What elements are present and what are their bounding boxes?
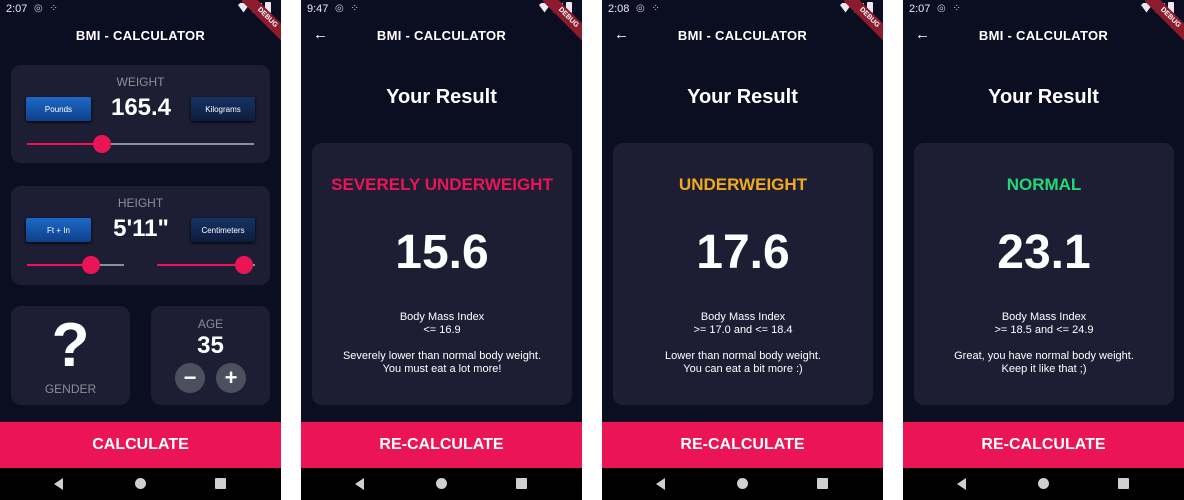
- bmi-value: 23.1: [997, 226, 1091, 279]
- bmi-status: NORMAL: [1006, 175, 1082, 194]
- result-card: UNDERWEIGHT 17.6 Body Mass Index >= 17.0…: [613, 143, 873, 405]
- app-bar: BMI - CALCULATOR: [0, 18, 281, 54]
- nav-back-icon[interactable]: [957, 478, 966, 490]
- notification-icons: ◎ ⁘: [636, 3, 662, 14]
- nav-home-icon[interactable]: [1038, 478, 1049, 489]
- bmi-message-line2: You can eat a bit more :): [683, 363, 803, 375]
- age-label: AGE: [197, 317, 224, 331]
- nav-home-icon[interactable]: [436, 478, 447, 489]
- recalculate-button[interactable]: RE-CALCULATE: [301, 422, 582, 468]
- result-heading: Your Result: [988, 86, 1099, 108]
- result-heading: Your Result: [386, 86, 497, 108]
- status-time: 2:07: [909, 3, 931, 15]
- bmi-value: 17.6: [696, 226, 790, 279]
- nav-recents-icon[interactable]: [1118, 478, 1129, 489]
- question-mark-icon: ?: [51, 311, 90, 380]
- nav-back-icon[interactable]: [355, 478, 364, 490]
- notification-icons: ◎ ⁘: [34, 3, 60, 14]
- recalculate-button[interactable]: RE-CALCULATE: [602, 422, 883, 468]
- weight-slider-active-track: [27, 143, 102, 145]
- bmi-message-line2: Keep it like that ;): [1001, 363, 1087, 375]
- result-heading: Your Result: [687, 86, 798, 108]
- status-bar: 2:07 ◎ ⁘: [903, 0, 1184, 18]
- bmi-index-label: Body Mass Index: [399, 311, 485, 323]
- nav-back-icon[interactable]: [656, 478, 665, 490]
- android-nav-bar: [301, 468, 582, 500]
- bmi-value: 15.6: [395, 226, 489, 279]
- nav-home-icon[interactable]: [135, 478, 146, 489]
- height-value: 5'11": [113, 215, 169, 242]
- app-bar: ← BMI - CALCULATOR: [602, 18, 883, 54]
- recalculate-button[interactable]: RE-CALCULATE: [903, 422, 1184, 468]
- gender-label: GENDER: [44, 382, 97, 396]
- android-nav-bar: [0, 468, 281, 500]
- app-title: BMI - CALCULATOR: [978, 28, 1109, 43]
- status-bar: 2:08 ◎ ⁘: [602, 0, 883, 18]
- weight-card: WEIGHT Pounds 165.4 Kilograms: [11, 65, 270, 163]
- status-bar: 9:47 ◎ ⁘: [301, 0, 582, 18]
- bmi-status: SEVERELY UNDERWEIGHT: [331, 175, 553, 194]
- app-title: BMI - CALCULATOR: [677, 28, 808, 43]
- nav-recents-icon[interactable]: [516, 478, 527, 489]
- bmi-index-label: Body Mass Index: [700, 311, 786, 323]
- bmi-range: >= 17.0 and <= 18.4: [693, 324, 793, 336]
- notification-icons: ◎ ⁘: [335, 3, 361, 14]
- status-time: 2:07: [6, 3, 28, 15]
- inches-slider-thumb[interactable]: [235, 256, 253, 274]
- result-screen-severely-underweight: 9:47 ◎ ⁘ DEBUG ← BMI - CALCULATOR Your R…: [301, 0, 582, 500]
- nav-home-icon[interactable]: [737, 478, 748, 489]
- age-value: 35: [197, 332, 224, 359]
- bmi-range: >= 18.5 and <= 24.9: [994, 324, 1094, 336]
- weight-slider-thumb[interactable]: [93, 135, 111, 153]
- app-title: BMI - CALCULATOR: [75, 28, 206, 43]
- bmi-status: UNDERWEIGHT: [678, 175, 808, 194]
- status-time: 2:08: [608, 3, 630, 15]
- result-screen-underweight: 2:08 ◎ ⁘ DEBUG ← BMI - CALCULATOR Your R…: [602, 0, 883, 500]
- bmi-message-line1: Great, you have normal body weight.: [954, 350, 1134, 362]
- age-decrement-button[interactable]: −: [175, 363, 205, 393]
- android-nav-bar: [602, 468, 883, 500]
- ft-in-button[interactable]: Ft + In: [26, 218, 91, 242]
- inches-slider-active-track: [157, 264, 245, 266]
- bmi-message-line1: Severely lower than normal body weight.: [342, 350, 542, 362]
- bmi-message-line1: Lower than normal body weight.: [665, 350, 821, 362]
- pounds-button[interactable]: Pounds: [26, 97, 91, 121]
- app-bar: ← BMI - CALCULATOR: [903, 18, 1184, 54]
- bmi-range: <= 16.9: [423, 324, 461, 336]
- result-screen-normal: 2:07 ◎ ⁘ DEBUG ← BMI - CALCULATOR Your R…: [903, 0, 1184, 500]
- centimeters-button[interactable]: Centimeters: [191, 218, 255, 242]
- result-card: SEVERELY UNDERWEIGHT 15.6 Body Mass Inde…: [312, 143, 572, 405]
- nav-back-icon[interactable]: [54, 478, 63, 490]
- height-label: HEIGHT: [117, 196, 164, 210]
- age-card: AGE 35 − +: [151, 306, 270, 405]
- status-bar: 2:07 ◎ ⁘: [0, 0, 281, 18]
- calculate-button[interactable]: CALCULATE: [0, 422, 281, 468]
- app-bar: ← BMI - CALCULATOR: [301, 18, 582, 54]
- feet-slider-thumb[interactable]: [82, 256, 100, 274]
- kilograms-button[interactable]: Kilograms: [191, 97, 255, 121]
- app-title: BMI - CALCULATOR: [376, 28, 507, 43]
- age-increment-button[interactable]: +: [216, 363, 246, 393]
- weight-slider-inactive-track: [102, 143, 254, 145]
- calculator-screen: 2:07 ◎ ⁘ DEBUG BMI - CALCULATOR WEIGHT P…: [0, 0, 281, 500]
- status-time: 9:47: [307, 3, 329, 15]
- bmi-index-label: Body Mass Index: [1001, 311, 1087, 323]
- height-card: HEIGHT Ft + In 5'11" Centimeters: [11, 186, 270, 285]
- weight-label: WEIGHT: [116, 75, 165, 89]
- weight-value: 165.4: [110, 94, 172, 121]
- bmi-message-line2: You must eat a lot more!: [382, 363, 502, 375]
- nav-recents-icon[interactable]: [215, 478, 226, 489]
- result-card: NORMAL 23.1 Body Mass Index >= 18.5 and …: [914, 143, 1174, 405]
- nav-recents-icon[interactable]: [817, 478, 828, 489]
- notification-icons: ◎ ⁘: [937, 3, 963, 14]
- gender-card[interactable]: ? GENDER: [11, 306, 130, 405]
- android-nav-bar: [903, 468, 1184, 500]
